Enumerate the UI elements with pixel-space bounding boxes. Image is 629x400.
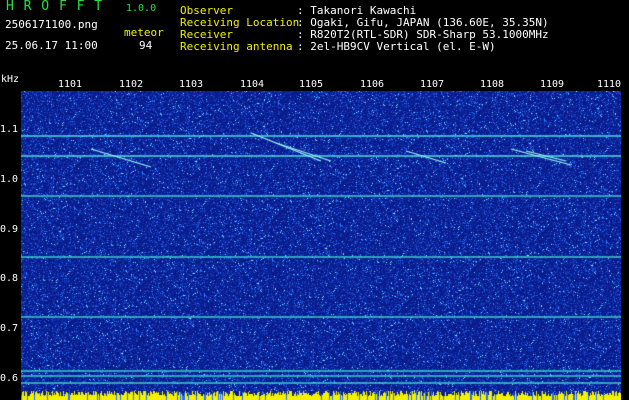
x-tick-label: 1105 [299, 79, 324, 90]
meteor-count: 94 [139, 39, 153, 52]
filename: 2506171100.png [5, 18, 98, 31]
x-tick-label: 1108 [480, 79, 505, 90]
y-unit-label: kHz [1, 74, 20, 85]
app-title: H R O F F T [6, 0, 104, 14]
y-tick-label: 1.0 [0, 174, 19, 185]
y-tick-label: 0.8 [0, 273, 19, 284]
y-tick-label: 0.7 [0, 323, 19, 334]
spectrogram-canvas [21, 91, 621, 400]
antenna-value: : 2el-HB9CV Vertical (el. E-W) [297, 40, 496, 53]
datetime: 25.06.17 11:00 [5, 39, 98, 52]
x-tick-label: 1103 [179, 79, 204, 90]
meteor-label: meteor [124, 26, 164, 39]
y-tick-label: 0.9 [0, 224, 19, 235]
x-tick-label: 1104 [240, 79, 265, 90]
x-tick-label: 1106 [360, 79, 385, 90]
app-version: 1.0.0 [126, 3, 157, 14]
x-tick-label: 1102 [119, 79, 144, 90]
x-tick-label: 1101 [58, 79, 83, 90]
x-tick-label: 1110 [597, 79, 622, 90]
hrofft-window: H R O F F T 1.0.0 2506171100.png meteor … [0, 0, 629, 400]
antenna-label: Receiving antenna [180, 40, 293, 53]
x-tick-label: 1109 [540, 79, 565, 90]
y-tick-label: 0.6 [0, 373, 19, 384]
y-tick-label: 1.1 [0, 124, 19, 135]
x-tick-label: 1107 [420, 79, 445, 90]
